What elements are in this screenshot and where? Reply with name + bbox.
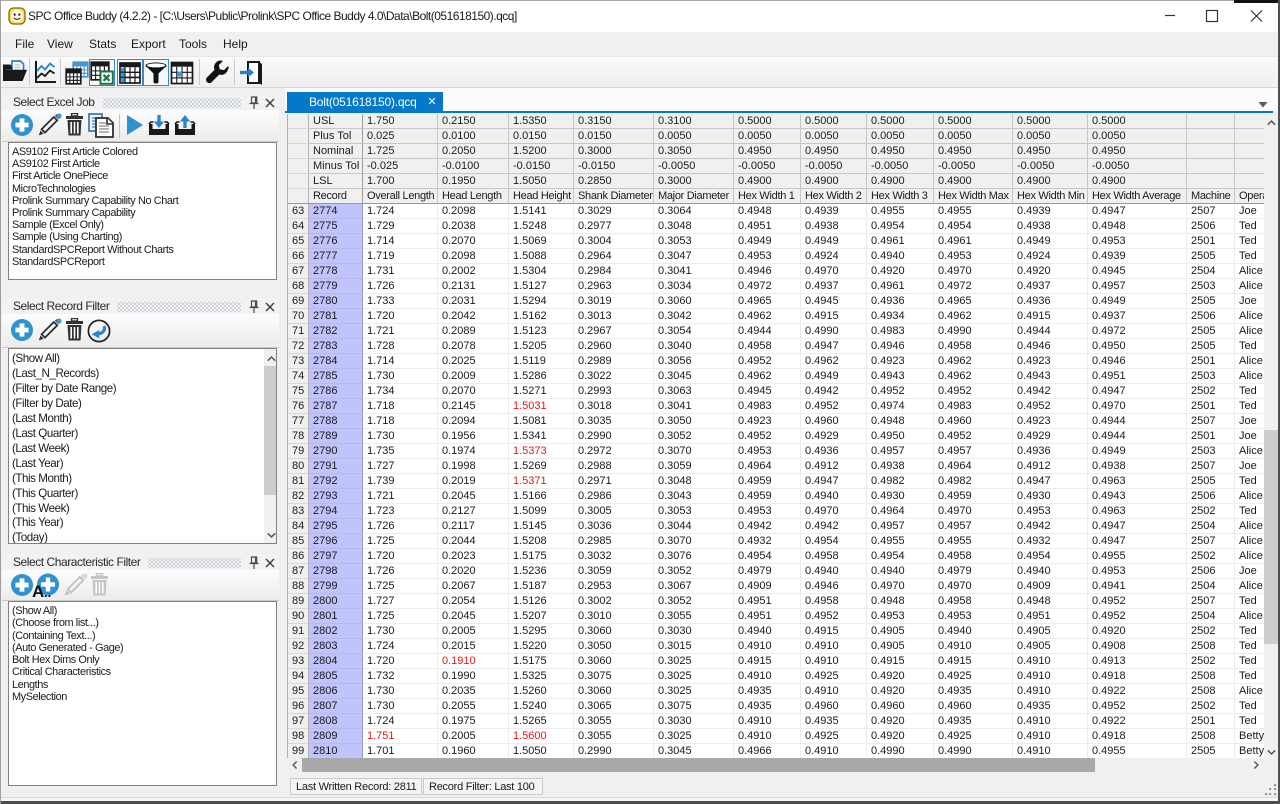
svg-text:..: ..: [44, 585, 51, 600]
svg-text:A: A: [32, 582, 44, 600]
